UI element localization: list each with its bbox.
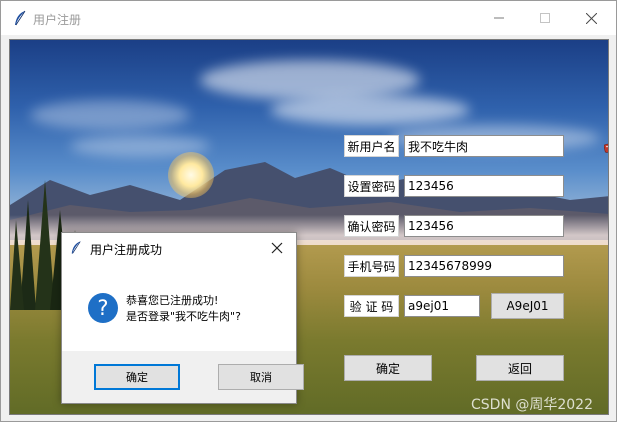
captcha-code-button[interactable]: A9eJ01 [491, 293, 564, 319]
dialog-message-line2: 是否登录"我不吃牛肉"? [126, 310, 241, 323]
captcha-input[interactable]: a9ej01 [404, 295, 480, 317]
cloud [30, 100, 190, 130]
feather-icon [71, 241, 81, 254]
confirm-password-label: 确认密码 [344, 215, 399, 237]
dialog-title: 用户注册成功 [90, 243, 163, 257]
close-icon[interactable] [268, 239, 286, 257]
feather-icon [15, 10, 26, 26]
cloud [270, 95, 470, 125]
watermark: CSDN @周华2022 [471, 397, 593, 413]
registration-success-dialog: 用户注册成功 ? 恭喜您已注册成功! 是否登录"我不吃牛肉"? 确定 取消 [61, 232, 304, 404]
password-label: 设置密码 [344, 175, 399, 197]
maximize-icon [540, 13, 550, 23]
username-value: 我不吃牛肉 [408, 139, 469, 154]
captcha-value: a9ej01 [408, 299, 449, 313]
sun [168, 152, 214, 198]
phone-input[interactable]: 12345678999 [404, 255, 564, 277]
minimize-button[interactable] [476, 1, 522, 35]
dialog-message: 恭喜您已注册成功! 是否登录"我不吃牛肉"? [126, 293, 296, 325]
phone-label: 手机号码 [344, 255, 399, 277]
maximize-button[interactable] [522, 1, 568, 35]
confirm-password-input[interactable]: 123456 [404, 215, 564, 237]
dialog-message-line1: 恭喜您已注册成功! [126, 294, 219, 307]
password-value: 123456 [408, 179, 454, 193]
main-window: 用户注册 新用户名 我不吃牛肉 设置密码 123456 确认密码 123456 … [0, 0, 617, 422]
back-button[interactable]: 返回 [476, 355, 564, 381]
dice-icon[interactable] [604, 142, 609, 155]
window-title: 用户注册 [33, 13, 82, 27]
title-bar[interactable]: 用户注册 [1, 1, 616, 35]
confirm-button[interactable]: 确定 [344, 355, 432, 381]
dialog-title-bar[interactable]: 用户注册成功 [62, 233, 296, 263]
confirm-password-value: 123456 [408, 219, 454, 233]
cloud [200, 60, 420, 100]
username-input[interactable]: 我不吃牛肉 [404, 135, 608, 157]
password-input[interactable]: 123456 [404, 175, 564, 197]
captcha-label: 验 证 码 [344, 295, 399, 317]
phone-value: 12345678999 [408, 259, 492, 273]
dialog-ok-button[interactable]: 确定 [94, 364, 180, 390]
minimize-icon [494, 17, 504, 19]
username-label: 新用户名 [344, 135, 399, 157]
close-button[interactable] [568, 1, 614, 35]
question-icon: ? [88, 293, 118, 323]
close-icon [585, 12, 597, 24]
dialog-cancel-button[interactable]: 取消 [218, 364, 304, 390]
